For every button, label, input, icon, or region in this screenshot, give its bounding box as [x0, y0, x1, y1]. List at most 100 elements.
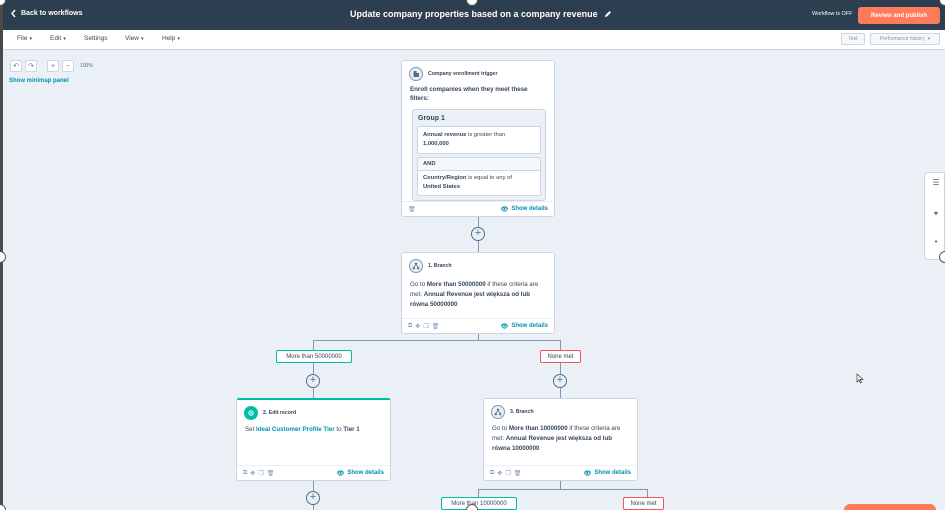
- edit-record-card[interactable]: 2. Edit record Set Ideal Customer Profil…: [236, 398, 391, 481]
- show-minimap-link[interactable]: Show minimap panel: [9, 78, 69, 84]
- card-footer: ⧉ ✥ ❐ 🗑 👁 Show details: [484, 465, 637, 480]
- clone-icon[interactable]: ❐: [258, 470, 263, 477]
- show-details-link[interactable]: 👁 Show details: [584, 470, 631, 477]
- edit-record-description: Set Ideal Customer Profile Tier to Tier …: [237, 420, 390, 435]
- branch-icon: [409, 259, 423, 273]
- performance-history-button[interactable]: Performance history ▾: [870, 33, 940, 45]
- filter-country: Country/Region is equal to any of United…: [418, 171, 540, 195]
- show-details-label: Show details: [594, 470, 631, 476]
- workflow-title[interactable]: Update company properties based on a com…: [350, 9, 612, 19]
- filter-annual-revenue: Annual revenue is greater than 1,000,000: [417, 126, 541, 154]
- review-and-publish-button[interactable]: Review and publish: [858, 7, 940, 24]
- and-filter-box: AND Country/Region is equal to any of Un…: [417, 157, 541, 196]
- back-label: Back to workflows: [21, 10, 83, 17]
- eye-icon: 👁: [500, 206, 509, 213]
- side-tools-panel: ☰ ✦ ▪: [924, 172, 945, 260]
- filter2-operator: is equal to any of: [468, 175, 512, 181]
- chevron-left-icon: [11, 9, 16, 18]
- branch-3-criteria: Annual Revenue jest większa od lub równa…: [492, 435, 613, 452]
- undo-icon[interactable]: ↶: [10, 60, 22, 72]
- clone-icon[interactable]: ❐: [423, 323, 428, 330]
- branch-3-title: 3. Branch: [510, 409, 534, 415]
- branch-1-card[interactable]: 1. Branch Go to More than 50000000 if th…: [401, 252, 555, 334]
- show-details-label: Show details: [511, 206, 548, 212]
- edit-record-property[interactable]: Ideal Customer Profile Tier: [256, 426, 335, 433]
- filter1-value: 1,000,000: [423, 141, 449, 147]
- filter1-property: Annual revenue: [423, 132, 467, 138]
- branch-label-none-met[interactable]: None met: [623, 497, 664, 510]
- trash-icon[interactable]: 🗑: [267, 470, 275, 477]
- pencil-icon[interactable]: [604, 10, 612, 18]
- copy-icon[interactable]: ⧉: [490, 470, 494, 477]
- trash-icon[interactable]: 🗑: [408, 206, 416, 213]
- sparkle-icon[interactable]: ✦: [931, 209, 941, 218]
- resize-handle[interactable]: [466, 504, 478, 510]
- edit-record-set: Set: [245, 426, 255, 433]
- building-icon: [409, 67, 423, 81]
- card-footer: ⧉ ✥ ❐ 🗑 👁 Show details: [402, 318, 554, 333]
- resize-handle[interactable]: [939, 251, 945, 263]
- group-title: Group 1: [418, 115, 445, 122]
- copy-icon[interactable]: ⧉: [243, 470, 247, 477]
- test-button[interactable]: Test: [841, 33, 865, 45]
- resize-handle[interactable]: [0, 251, 6, 263]
- trigger-title: Company enrollment trigger: [428, 71, 498, 77]
- menu-view-label: View: [125, 35, 139, 42]
- branch-3-pre: Go to: [492, 425, 508, 432]
- enrollment-trigger-card[interactable]: Company enrollment trigger Enroll compan…: [401, 60, 555, 217]
- show-details-link[interactable]: 👁 Show details: [337, 470, 384, 477]
- connector-line: [560, 481, 561, 489]
- zoom-percent: 100%: [80, 63, 93, 69]
- branch-3-card[interactable]: 3. Branch Go to More than 10000000 if th…: [483, 398, 638, 481]
- add-action-button[interactable]: +: [553, 374, 567, 388]
- zoom-in-icon[interactable]: +: [47, 60, 59, 72]
- menu-file-label: File: [17, 35, 28, 42]
- add-action-button[interactable]: +: [306, 374, 320, 388]
- move-icon[interactable]: ✥: [415, 323, 420, 330]
- performance-history-label: Performance history: [879, 36, 925, 42]
- menu-file[interactable]: File ▾: [17, 35, 32, 42]
- show-details-link[interactable]: 👁 Show details: [501, 206, 548, 213]
- card-footer: ⧉ ✥ ❐ 🗑 👁 Show details: [237, 465, 390, 480]
- clone-icon[interactable]: ❐: [505, 470, 510, 477]
- move-icon[interactable]: ✥: [250, 470, 255, 477]
- floating-action-button[interactable]: [844, 504, 936, 510]
- move-icon[interactable]: ✥: [497, 470, 502, 477]
- menu-settings[interactable]: Settings: [84, 35, 108, 42]
- add-action-button[interactable]: +: [471, 227, 485, 241]
- chevron-down-icon: ▾: [29, 35, 32, 42]
- list-icon[interactable]: ☰: [931, 178, 941, 187]
- branch-label-more-than-50000000[interactable]: More than 50000000: [276, 350, 352, 363]
- filter2-property: Country/Region: [423, 175, 467, 181]
- workflow-title-text: Update company properties based on a com…: [350, 9, 598, 19]
- branch-1-title: 1. Branch: [428, 263, 452, 269]
- branch-1-description: Go to More than 50000000 if these criter…: [402, 273, 554, 310]
- comment-icon[interactable]: ▪: [931, 237, 941, 246]
- copy-icon[interactable]: ⧉: [408, 323, 412, 330]
- connector-line: [560, 340, 561, 399]
- menu-edit[interactable]: Edit ▾: [50, 35, 66, 42]
- redo-icon[interactable]: ↷: [25, 60, 37, 72]
- and-label: AND: [418, 158, 540, 171]
- chevron-down-icon: ▾: [177, 35, 180, 42]
- edit-record-icon: [244, 406, 258, 420]
- show-details-label: Show details: [347, 470, 384, 476]
- back-to-workflows-link[interactable]: Back to workflows: [10, 9, 82, 18]
- chevron-down-icon: ▾: [140, 35, 144, 42]
- filter2-value: United States: [423, 184, 461, 190]
- menu-help[interactable]: Help ▾: [162, 35, 180, 42]
- filter1-operator: is greater than: [468, 132, 506, 138]
- resize-handle[interactable]: [0, 504, 6, 510]
- zoom-out-icon[interactable]: −: [62, 60, 74, 72]
- workflow-status: Workflow is OFF: [812, 11, 853, 17]
- menu-help-label: Help: [162, 35, 176, 42]
- trash-icon[interactable]: 🗑: [432, 323, 440, 330]
- chevron-down-icon: ▾: [63, 35, 66, 42]
- branch-label-none-met[interactable]: None met: [540, 350, 581, 363]
- branch-label-more-than-10000000[interactable]: More than 10000000: [441, 497, 517, 510]
- menu-view[interactable]: View ▾: [125, 35, 144, 42]
- trash-icon[interactable]: 🗑: [514, 470, 522, 477]
- show-details-link[interactable]: 👁 Show details: [501, 323, 548, 330]
- connector-line: [478, 489, 648, 490]
- add-action-button[interactable]: +: [306, 491, 320, 505]
